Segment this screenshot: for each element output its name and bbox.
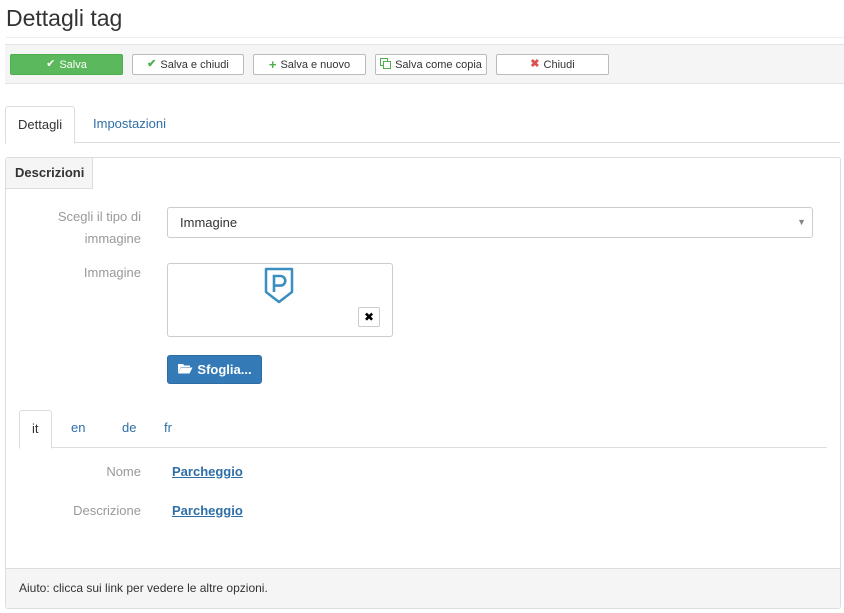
descriptions-panel: Descrizioni Scegli il tipo di immagine I…	[5, 157, 841, 609]
description-label: Descrizione	[73, 503, 141, 518]
name-label: Nome	[106, 464, 141, 479]
save-new-button[interactable]: + Salva e nuovo	[253, 54, 366, 75]
save-copy-button-label: Salva come copia	[395, 58, 482, 71]
close-icon: ✖	[363, 310, 375, 324]
language-tabs: it en de fr	[19, 410, 827, 449]
save-close-button-label: Salva e chiudi	[160, 58, 229, 71]
title-divider	[6, 37, 844, 38]
help-footer: Aiuto: clicca sui link per vedere le alt…	[6, 568, 840, 608]
save-copy-button[interactable]: Salva come copia	[375, 54, 487, 75]
image-preview-box: ✖	[167, 263, 393, 337]
image-type-value: Immagine	[180, 215, 238, 230]
close-button-label: Chiudi	[543, 58, 575, 71]
plus-icon: +	[268, 57, 277, 72]
tab-impostazioni[interactable]: Impostazioni	[81, 106, 178, 143]
save-new-button-label: Salva e nuovo	[280, 58, 351, 71]
save-button-label: Salva	[59, 58, 87, 71]
check-icon: ✔	[46, 58, 56, 70]
save-button[interactable]: ✔ Salva	[10, 54, 123, 75]
name-link[interactable]: Parcheggio	[172, 461, 243, 483]
close-icon: ✖	[530, 58, 540, 70]
page-title: Dettagli tag	[6, 5, 123, 31]
tab-lang-de[interactable]: de	[110, 410, 148, 448]
browse-button[interactable]: Sfoglia...	[167, 355, 262, 384]
description-link[interactable]: Parcheggio	[172, 500, 243, 522]
chevron-down-icon: ▼	[797, 217, 806, 227]
image-label: Immagine	[83, 265, 141, 280]
toolbar: ✔ Salva ✔ Salva e chiudi + Salva e nuovo…	[5, 44, 844, 84]
tab-lang-fr[interactable]: fr	[152, 410, 184, 448]
folder-open-icon	[177, 362, 193, 377]
tab-dettagli[interactable]: Dettagli	[5, 106, 76, 144]
remove-image-button[interactable]: ✖	[358, 307, 380, 327]
check-icon: ✔	[147, 58, 157, 70]
tab-lang-it[interactable]: it	[19, 410, 52, 449]
main-tabs: Dettagli Impostazioni	[5, 106, 840, 144]
browse-button-label: Sfoglia...	[197, 362, 252, 377]
image-type-label: Scegli il tipo di immagine	[57, 209, 141, 246]
tab-lang-en[interactable]: en	[59, 410, 97, 448]
close-button[interactable]: ✖ Chiudi	[496, 54, 609, 75]
copy-icon	[380, 57, 392, 72]
parking-shield-icon	[263, 267, 295, 305]
panel-heading: Descrizioni	[6, 158, 93, 189]
save-close-button[interactable]: ✔ Salva e chiudi	[132, 54, 244, 75]
image-type-select[interactable]: Immagine ▼	[167, 207, 813, 238]
